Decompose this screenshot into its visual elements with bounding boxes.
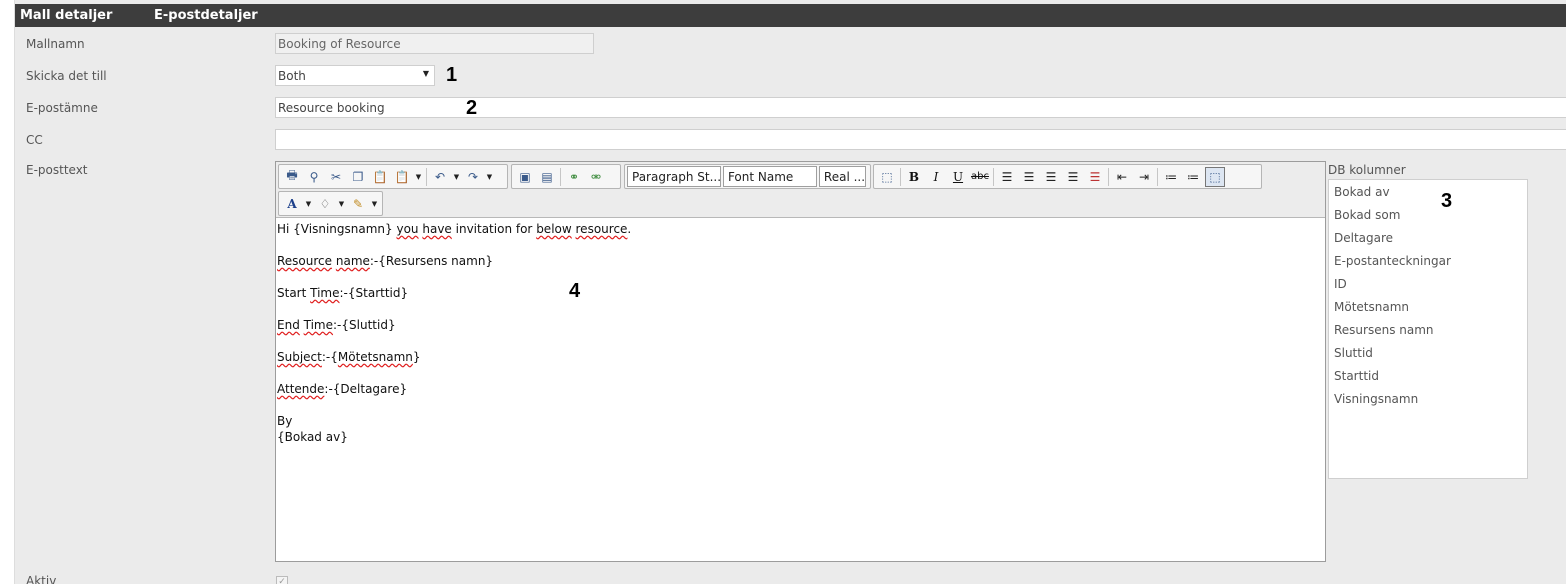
bullet-list-icon[interactable]: ≔ <box>1183 167 1203 187</box>
paste-icon[interactable]: 📋 <box>370 167 390 187</box>
db-column-item[interactable]: Bokad som <box>1329 207 1527 230</box>
image-icon[interactable]: ▣ <box>515 167 535 187</box>
db-column-item[interactable]: Resursens namn <box>1329 322 1527 345</box>
annotation-1: 1 <box>446 64 458 86</box>
strikethrough-icon[interactable]: abc <box>970 167 990 187</box>
body-line: Attende:-{Deltagare} <box>277 382 408 396</box>
toolbar-separator <box>1157 167 1158 186</box>
send-to-value: Both <box>278 69 306 83</box>
format-stripper-icon[interactable]: ⬚ <box>1205 166 1225 187</box>
rich-text-editor: 🖶 ⚲ ✂ ❐ 📋 📋 ▼ ↶ ▼ ↷ ▼ ▣ ▤ ⚭ ⚮ Paragraph … <box>275 161 1326 562</box>
align-center-icon[interactable]: ☰ <box>1019 167 1039 187</box>
db-column-item[interactable]: Visningsnamn <box>1329 391 1527 414</box>
template-details-panel: Mall detaljer E-postdetaljer Mallnamn Bo… <box>14 0 1566 584</box>
editor-content[interactable]: Hi {Visningsnamn} you have invitation fo… <box>276 219 1325 561</box>
copy-icon[interactable]: ❐ <box>348 167 368 187</box>
clear-format-icon[interactable]: ☰ <box>1085 167 1105 187</box>
annotation-4: 4 <box>569 280 581 302</box>
editor-toolbar: 🖶 ⚲ ✂ ❐ 📋 📋 ▼ ↶ ▼ ↷ ▼ ▣ ▤ ⚭ ⚮ Paragraph … <box>276 162 1325 218</box>
indent-icon[interactable]: ⇥ <box>1134 167 1154 187</box>
toolbar-group-format: Paragraph St... Font Name Real ... <box>624 164 871 189</box>
db-column-item[interactable]: ID <box>1329 276 1527 299</box>
redo-icon[interactable]: ↷ <box>463 167 483 187</box>
cc-input[interactable] <box>275 129 1566 150</box>
body-line: Hi {Visningsnamn} you have invitation fo… <box>277 222 632 236</box>
toolbar-separator <box>1108 167 1109 186</box>
underline-icon[interactable]: U <box>948 167 968 187</box>
toolbar-group-edit: 🖶 ⚲ ✂ ❐ 📋 📋 ▼ ↶ ▼ ↷ ▼ <box>278 164 508 189</box>
chevron-down-icon[interactable]: ▼ <box>485 167 494 187</box>
italic-icon[interactable]: I <box>926 167 946 187</box>
body-label: E-posttext <box>26 163 88 177</box>
send-to-label: Skicka det till <box>26 69 107 83</box>
annotation-3: 3 <box>1441 190 1453 212</box>
template-name-field[interactable]: Booking of Resource <box>275 33 594 54</box>
db-column-item[interactable]: Bokad av <box>1329 184 1527 207</box>
tab-email-details[interactable]: E-postdetaljer <box>154 8 258 23</box>
body-line: By <box>277 414 293 428</box>
unlink-icon[interactable]: ⚮ <box>586 167 606 187</box>
font-name-select[interactable]: Font Name <box>722 166 817 187</box>
align-right-icon[interactable]: ☰ <box>1041 167 1061 187</box>
outdent-icon[interactable]: ⇤ <box>1112 167 1132 187</box>
toolbar-separator <box>426 167 427 186</box>
db-column-item[interactable]: Deltagare <box>1329 230 1527 253</box>
cc-label: CC <box>26 133 43 147</box>
link-icon[interactable]: ⚭ <box>564 167 584 187</box>
db-column-item[interactable]: Sluttid <box>1329 345 1527 368</box>
chevron-down-icon[interactable]: ▼ <box>337 194 346 214</box>
highlight-color-icon[interactable]: ♢ <box>315 194 335 214</box>
template-name-label: Mallnamn <box>26 37 85 51</box>
cut-icon[interactable]: ✂ <box>326 167 346 187</box>
chevron-down-icon[interactable]: ▼ <box>414 167 423 187</box>
db-column-item[interactable]: Mötetsnamn <box>1329 299 1527 322</box>
db-column-item[interactable]: Starttid <box>1329 368 1527 391</box>
toolbar-separator <box>900 167 901 186</box>
toolbar-separator <box>993 167 994 186</box>
chevron-down-icon[interactable]: ▼ <box>304 194 313 214</box>
active-label: Aktiv <box>26 574 57 584</box>
image-manager-icon[interactable]: ▤ <box>537 167 557 187</box>
db-columns-label: DB kolumner <box>1328 163 1406 177</box>
format-painter-icon[interactable]: ✎ <box>348 194 368 214</box>
toolbar-group-insert: ▣ ▤ ⚭ ⚮ <box>511 164 621 189</box>
font-color-icon[interactable]: A <box>282 194 302 214</box>
active-checkbox[interactable]: ✓ <box>276 576 288 584</box>
chevron-down-icon[interactable]: ▼ <box>452 167 461 187</box>
chevron-down-icon[interactable]: ▼ <box>370 194 379 214</box>
align-left-icon[interactable]: ☰ <box>997 167 1017 187</box>
body-line: End Time:-{Sluttid} <box>277 318 396 332</box>
find-icon[interactable]: ⚲ <box>304 167 324 187</box>
select-all-icon[interactable]: ⬚ <box>877 167 897 187</box>
print-icon[interactable]: 🖶 <box>282 167 302 187</box>
numbered-list-icon[interactable]: ≔ <box>1161 167 1181 187</box>
toolbar-group-color: A ▼ ♢ ▼ ✎ ▼ <box>278 191 383 216</box>
tab-template-details[interactable]: Mall detaljer <box>20 8 112 23</box>
justify-icon[interactable]: ☰ <box>1063 167 1083 187</box>
body-line: Subject:-{Mötetsnamn} <box>277 350 421 364</box>
bold-icon[interactable]: B <box>904 167 924 187</box>
chevron-down-icon: ▼ <box>422 69 429 78</box>
paragraph-style-select[interactable]: Paragraph St... <box>627 166 721 187</box>
toolbar-separator <box>560 167 561 186</box>
section-header: Mall detaljer E-postdetaljer <box>15 4 1566 27</box>
font-size-select[interactable]: Real ... <box>818 166 866 187</box>
subject-label: E-postämne <box>26 101 98 115</box>
body-line: Start Time:-{Starttid} <box>277 286 409 300</box>
db-column-item[interactable]: E-postanteckningar <box>1329 253 1527 276</box>
send-to-select[interactable]: Both ▼ <box>275 65 435 86</box>
undo-icon[interactable]: ↶ <box>430 167 450 187</box>
toolbar-group-style: ⬚ B I U abc ☰ ☰ ☰ ☰ ☰ ⇤ ⇥ ≔ ≔ ⬚ <box>873 164 1262 189</box>
db-columns-list[interactable]: Bokad av Bokad som Deltagare E-postantec… <box>1328 179 1528 479</box>
body-line: Resource name:-{Resursens namn} <box>277 254 494 268</box>
body-line: {Bokad av} <box>277 430 348 444</box>
paste-options-icon[interactable]: 📋 <box>392 167 412 187</box>
annotation-2: 2 <box>466 97 478 119</box>
